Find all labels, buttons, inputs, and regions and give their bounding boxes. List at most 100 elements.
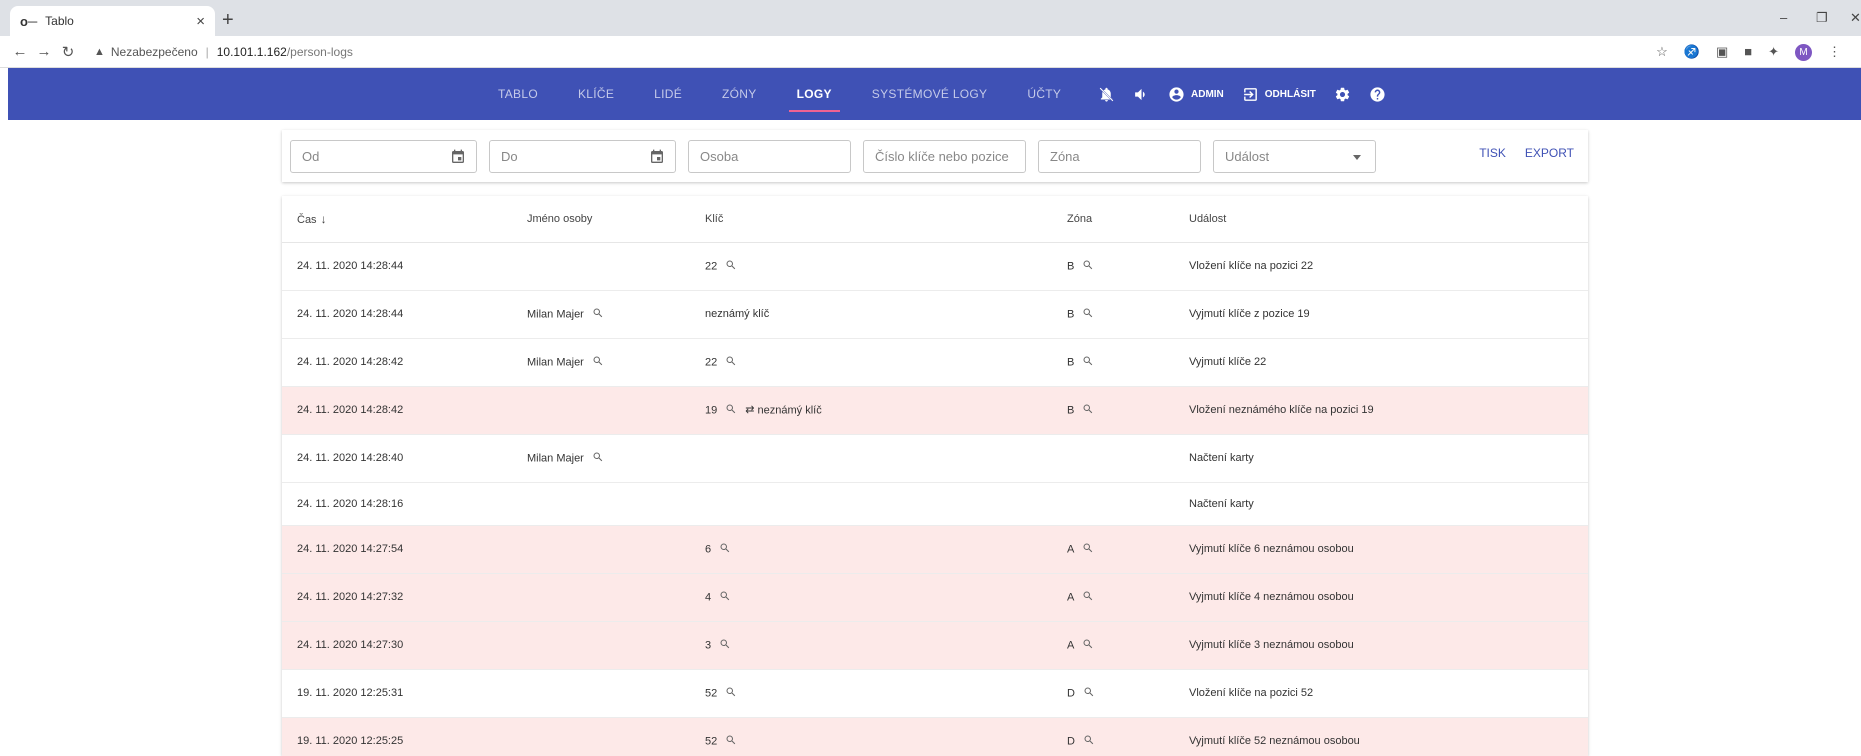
- s-extension-icon[interactable]: ■: [1744, 44, 1752, 61]
- person-search-icon[interactable]: [592, 355, 604, 370]
- zone-search-icon[interactable]: [1082, 542, 1094, 557]
- key-value: 22: [705, 355, 718, 368]
- nav-item-1[interactable]: KLÍČE: [558, 68, 634, 120]
- cell-event: Načtení karty: [1174, 482, 1588, 526]
- zone-search-icon[interactable]: [1083, 734, 1095, 749]
- table-row: 24. 11. 2020 14:28:16 Načtení karty: [282, 482, 1588, 526]
- forward-icon[interactable]: →: [32, 43, 56, 60]
- notifications-off-icon[interactable]: [1098, 86, 1115, 103]
- volume-icon[interactable]: [1133, 86, 1150, 103]
- address-bar: ← → ↻ ▲ Nezabezpečeno | 10.101.1.162/per…: [0, 36, 1861, 68]
- cell-name: [512, 525, 690, 574]
- nav-item-5[interactable]: SYSTÉMOVÉ LOGY: [852, 68, 1008, 120]
- event-select[interactable]: Událost: [1213, 139, 1376, 173]
- print-button[interactable]: TISK: [1479, 146, 1506, 160]
- table-row: 24. 11. 2020 14:28:42 19 ⇄ neznámý klíč B Vl…: [282, 386, 1588, 435]
- header-name: Jméno osoby: [512, 196, 690, 243]
- nav-item-3[interactable]: ZÓNY: [702, 68, 777, 120]
- new-tab-button[interactable]: +: [222, 9, 234, 32]
- cell-event: Vyjmutí klíče 3 neznámou osobou: [1174, 621, 1588, 670]
- cell-zone: B: [1052, 290, 1174, 339]
- extension-icon[interactable]: ♐: [1684, 44, 1700, 61]
- table-row: 24. 11. 2020 14:27:30 3 A Vyjmutí klíče 3 n…: [282, 621, 1588, 670]
- app-bar: TABLO KLÍČE LIDÉ ZÓNY LOGY SYSTÉMOVÉ LOGY ÚČTY…: [8, 68, 1861, 120]
- cell-time: 19. 11. 2020 12:25:25: [282, 717, 512, 756]
- zone-search-icon[interactable]: [1082, 259, 1094, 274]
- settings-icon[interactable]: [1334, 86, 1351, 103]
- header-time[interactable]: Čas ↓: [282, 196, 512, 243]
- zone-search-icon[interactable]: [1082, 638, 1094, 653]
- calendar-icon[interactable]: [649, 149, 665, 165]
- cell-event: Načtení karty: [1174, 434, 1588, 483]
- date-to-field[interactable]: Do: [489, 139, 676, 173]
- date-from-field[interactable]: Od: [290, 139, 477, 173]
- key-search-icon[interactable]: [725, 355, 737, 370]
- sort-arrow-icon[interactable]: ↓: [321, 212, 327, 226]
- key-value: neznámý klíč: [705, 308, 770, 320]
- cell-time: 24. 11. 2020 14:27:32: [282, 573, 512, 622]
- puzzle-icon[interactable]: ✦: [1768, 44, 1779, 61]
- person-search-icon[interactable]: [592, 307, 604, 322]
- zone-value: B: [1067, 259, 1075, 272]
- zone-search-icon[interactable]: [1082, 307, 1094, 322]
- key-search-icon[interactable]: [719, 638, 731, 653]
- key-placeholder: Číslo klíče nebo pozice: [875, 148, 1009, 164]
- key-extra: neznámý klíč: [757, 403, 822, 416]
- header-key: Klíč: [690, 196, 1052, 243]
- zone-search-icon[interactable]: [1082, 355, 1094, 370]
- zone-search-icon[interactable]: [1083, 686, 1095, 701]
- key-search-icon[interactable]: [719, 542, 731, 557]
- cell-key: 4: [690, 573, 1052, 622]
- cell-name: [512, 669, 690, 718]
- key-field[interactable]: Číslo klíče nebo pozice: [863, 139, 1026, 173]
- cell-name: Milan Majer: [512, 434, 690, 483]
- cell-zone: B: [1052, 386, 1174, 435]
- key-search-icon[interactable]: [725, 403, 737, 418]
- cell-key: [690, 482, 1052, 526]
- person-search-icon[interactable]: [592, 451, 604, 466]
- reload-icon[interactable]: ↻: [56, 43, 80, 61]
- zone-search-icon[interactable]: [1082, 590, 1094, 605]
- cell-name: [512, 621, 690, 670]
- browser-tab[interactable]: o─ Tablo ×: [10, 6, 215, 36]
- help-icon[interactable]: [1369, 86, 1386, 103]
- cell-zone: D: [1052, 717, 1174, 756]
- zone-value: B: [1067, 307, 1075, 320]
- nav-item-0[interactable]: TABLO: [478, 68, 558, 120]
- main-nav: TABLO KLÍČE LIDÉ ZÓNY LOGY SYSTÉMOVÉ LOGY ÚČTY: [478, 68, 1081, 120]
- nav-item-4[interactable]: LOGY: [777, 68, 852, 120]
- key-value: 19: [705, 403, 718, 416]
- person-field[interactable]: Osoba: [688, 139, 851, 173]
- star-icon[interactable]: ☆: [1656, 44, 1668, 61]
- key-search-icon[interactable]: [725, 259, 737, 274]
- close-window-icon[interactable]: ✕: [1850, 10, 1861, 26]
- url-separator: |: [205, 44, 209, 59]
- key-value: 4: [705, 590, 712, 603]
- nav-item-2[interactable]: LIDÉ: [634, 68, 702, 120]
- back-icon[interactable]: ←: [8, 43, 32, 60]
- zone-search-icon[interactable]: [1082, 403, 1094, 418]
- restore-icon[interactable]: ❐: [1816, 10, 1828, 26]
- export-button[interactable]: EXPORT: [1525, 146, 1574, 160]
- admin-account-button[interactable]: ADMIN: [1168, 86, 1224, 103]
- zone-field[interactable]: Zóna: [1038, 139, 1201, 173]
- tab-close-icon[interactable]: ×: [196, 13, 205, 30]
- cell-key: 19 ⇄ neznámý klíč: [690, 386, 1052, 435]
- key-search-icon[interactable]: [725, 734, 737, 749]
- key-search-icon[interactable]: [719, 590, 731, 605]
- table-row: 24. 11. 2020 14:28:40 Milan Majer Načtení …: [282, 434, 1588, 483]
- logout-button[interactable]: ODHLÁSIT: [1242, 86, 1316, 103]
- zone-value: D: [1067, 686, 1075, 699]
- profile-avatar[interactable]: M: [1795, 44, 1812, 61]
- calendar-icon[interactable]: [450, 149, 466, 165]
- nav-item-6[interactable]: ÚČTY: [1007, 68, 1081, 120]
- menu-icon[interactable]: ⋮: [1828, 44, 1841, 61]
- table-row: 24. 11. 2020 14:27:32 4 A Vyjmutí klíče 4 n…: [282, 573, 1588, 622]
- cell-zone: A: [1052, 525, 1174, 574]
- cell-time: 24. 11. 2020 14:28:44: [282, 290, 512, 339]
- reader-icon[interactable]: ▣: [1716, 44, 1728, 61]
- minimize-icon[interactable]: –: [1780, 10, 1787, 25]
- key-search-icon[interactable]: [725, 686, 737, 701]
- url-field[interactable]: ▲ Nezabezpečeno | 10.101.1.162/person-lo…: [94, 45, 353, 59]
- table-row: 19. 11. 2020 12:25:25 52 D Vyjmutí klíče 52…: [282, 717, 1588, 756]
